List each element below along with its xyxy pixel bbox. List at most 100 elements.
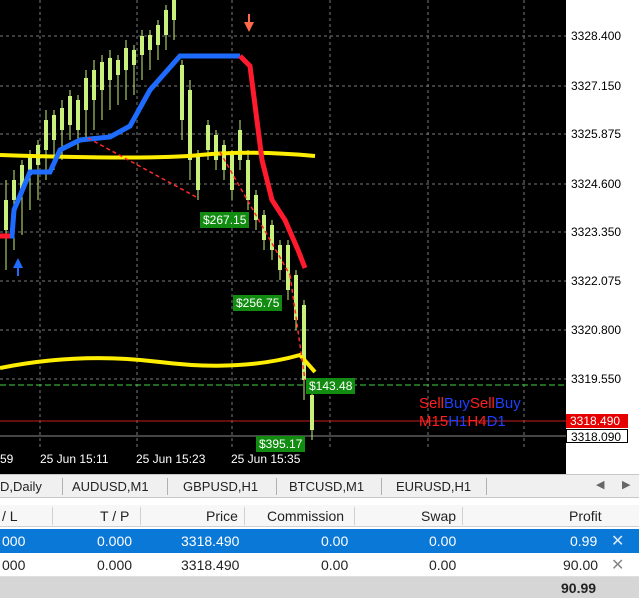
candle-body <box>108 58 112 80</box>
trade-profit-tag: $143.48 <box>306 378 356 394</box>
candle-body <box>214 135 218 160</box>
cell-tp: 0.000 <box>97 533 133 549</box>
candle-body <box>100 62 104 90</box>
cell-profit: 90.00 <box>563 557 599 573</box>
time-axis-label: 25 Jun 15:11 <box>40 452 109 466</box>
timeframe-h4: H4 <box>467 413 487 430</box>
candle-body <box>180 65 184 120</box>
tab-separator <box>276 478 277 495</box>
candle-body <box>76 100 80 130</box>
candle-body <box>52 115 56 140</box>
tab-scroll-left-icon[interactable]: ◀ <box>596 478 604 491</box>
price-axis-label: 3324.600 <box>571 177 622 191</box>
timeframe-d1: D1 <box>486 413 506 430</box>
price-axis-label: 3322.075 <box>571 274 622 288</box>
cell-swap: 0.00 <box>429 533 457 549</box>
table-header: / L T / P Price Commission Swap Profit <box>0 505 639 527</box>
trade-line <box>87 137 199 199</box>
upper-band-line <box>0 150 316 160</box>
price-axis-label: 3327.150 <box>571 79 622 93</box>
column-header-price[interactable]: Price <box>206 508 238 524</box>
chart-plot[interactable] <box>0 0 566 450</box>
timeframe-h1: H1 <box>448 413 468 430</box>
column-header-profit[interactable]: Profit <box>569 508 602 524</box>
tab-separator <box>381 478 382 495</box>
column-header-commission[interactable]: Commission <box>267 508 344 524</box>
tab-gbpusd[interactable]: GBPUSD,H1 <box>183 479 258 494</box>
candle-body <box>196 155 200 190</box>
bid-price-tag: 3318.490 <box>566 414 628 428</box>
price-chart-svg[interactable] <box>0 0 566 450</box>
tab-audusd[interactable]: AUDUSD,M1 <box>72 479 149 494</box>
cell-commission: 0.00 <box>321 533 349 549</box>
trade-terminal: / L T / P Price Commission Swap Profit 0… <box>0 499 639 598</box>
column-separator[interactable] <box>244 507 245 525</box>
candle-body <box>4 200 8 230</box>
candle-body <box>84 78 88 110</box>
column-separator[interactable] <box>354 507 355 525</box>
chart-area[interactable]: 3328.400 3327.150 3325.875 3324.600 3323… <box>0 0 639 474</box>
table-row[interactable]: 000 0.000 3318.490 0.00 0.00 90.00 ✕ <box>0 553 639 577</box>
candle-body <box>132 50 136 65</box>
trade-profit-tag: $256.75 <box>233 295 283 311</box>
price-axis-label: 3323.350 <box>571 225 622 239</box>
time-axis-label: 25 Jun 15:35 <box>231 452 301 466</box>
candle-body <box>238 130 242 160</box>
tab-scroll-right-icon[interactable]: ▶ <box>622 478 630 491</box>
trade-profit-tag: $267.15 <box>200 212 250 228</box>
candle-body <box>286 245 290 290</box>
candle-body <box>222 145 226 170</box>
tab-daily[interactable]: D,Daily <box>0 479 42 494</box>
price-axis-label: 3325.875 <box>571 127 622 141</box>
column-separator[interactable] <box>140 507 141 525</box>
close-position-icon[interactable]: ✕ <box>611 531 624 551</box>
column-header-sl[interactable]: / L <box>2 508 18 524</box>
candle-body <box>156 25 160 45</box>
candle-body <box>68 96 72 125</box>
candle-body <box>164 10 168 35</box>
column-header-swap[interactable]: Swap <box>421 508 456 524</box>
candle-body <box>140 36 144 55</box>
cell-profit: 0.99 <box>570 533 598 549</box>
time-axis-label: 59 <box>0 452 14 466</box>
price-axis-label: 3320.800 <box>571 323 622 337</box>
signal-h4: Sell <box>469 395 495 412</box>
candle-body <box>310 395 314 430</box>
signal-h1: Buy <box>444 395 470 412</box>
signal-row: SellBuySellBuy <box>419 395 521 412</box>
cell-sl: 000 <box>2 557 26 573</box>
total-row: 90.99 <box>0 577 639 598</box>
candle-body <box>92 70 96 100</box>
candle-body <box>246 160 250 200</box>
column-separator[interactable] <box>52 507 53 525</box>
close-position-icon[interactable]: ✕ <box>611 555 624 575</box>
candle-body <box>148 35 152 50</box>
candle-body <box>124 48 128 70</box>
tab-eurusd[interactable]: EURUSD,H1 <box>396 479 471 494</box>
lower-band-line <box>0 352 317 374</box>
cell-price: 3318.490 <box>181 557 240 573</box>
current-price-tag: 3318.090 <box>566 429 628 444</box>
candle-body <box>206 125 210 150</box>
cell-tp: 0.000 <box>97 557 133 573</box>
candle-body <box>172 0 176 20</box>
tab-separator <box>62 478 63 495</box>
column-header-tp[interactable]: T / P <box>100 508 129 524</box>
cell-commission: 0.00 <box>321 557 349 573</box>
candle-body <box>12 180 16 200</box>
timeframe-row: M15H1H4D1 <box>419 413 506 430</box>
candle-body <box>44 120 48 150</box>
total-profit: 90.99 <box>561 580 597 596</box>
table-row[interactable]: 000 0.000 3318.490 0.00 0.00 0.99 ✕ <box>0 529 639 553</box>
signal-d1: Buy <box>494 395 521 412</box>
cell-swap: 0.00 <box>429 557 457 573</box>
timeframe-m15: M15 <box>419 413 449 430</box>
trade-profit-tag: $395.17 <box>256 436 306 452</box>
candle-body <box>116 60 120 75</box>
chart-tab-bar: D,Daily AUDUSD,M1 GBPUSD,H1 BTCUSD,M1 EU… <box>0 474 639 498</box>
price-axis-label: 3319.550 <box>571 372 622 386</box>
signal-m15: Sell <box>419 395 445 412</box>
column-separator[interactable] <box>462 507 463 525</box>
tab-btcusd[interactable]: BTCUSD,M1 <box>289 479 364 494</box>
cell-sl: 000 <box>2 533 26 549</box>
